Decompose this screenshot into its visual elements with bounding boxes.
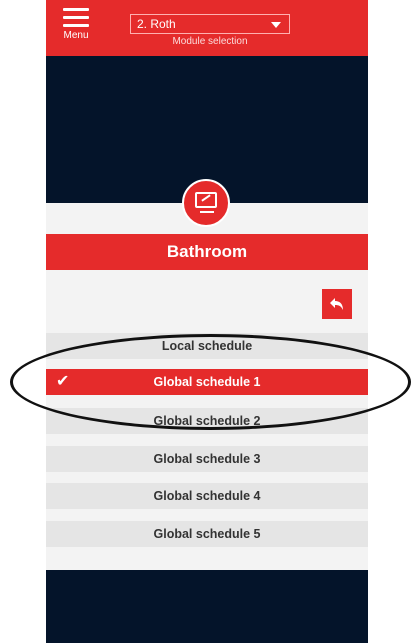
monitor-icon — [182, 179, 230, 227]
hamburger-icon — [63, 8, 89, 32]
schedule-option-local[interactable]: Local schedule — [46, 333, 368, 359]
schedule-option-global-3[interactable]: Global schedule 3 — [46, 446, 368, 472]
module-select-value: 2. Roth — [137, 17, 176, 31]
dropdown-caret-icon — [271, 22, 281, 28]
module-selection-caption: Module selection — [172, 36, 248, 47]
back-button[interactable] — [322, 289, 352, 319]
module-select[interactable]: 2. Roth — [130, 14, 290, 34]
top-bar: Menu 2. Roth Module selection — [46, 0, 368, 56]
schedule-option-label: Global schedule 3 — [153, 452, 261, 466]
schedule-option-global-4[interactable]: Global schedule 4 — [46, 483, 368, 509]
menu-label: Menu — [63, 30, 89, 41]
schedule-option-global-1[interactable]: ✔ Global schedule 1 — [46, 369, 368, 395]
phone-screen: Menu 2. Roth Module selection Bathroom L… — [46, 0, 368, 643]
room-title: Bathroom — [46, 234, 368, 270]
back-arrow-icon — [330, 298, 343, 310]
schedule-option-global-5[interactable]: Global schedule 5 — [46, 521, 368, 547]
schedule-option-label: Global schedule 4 — [153, 489, 261, 503]
menu-button[interactable]: Menu — [52, 6, 100, 52]
schedule-option-label: Global schedule 5 — [153, 527, 261, 541]
schedule-option-label: Global schedule 1 — [153, 375, 261, 389]
schedule-option-label: Global schedule 2 — [153, 414, 261, 428]
schedule-option-global-2[interactable]: Global schedule 2 — [46, 408, 368, 434]
schedule-option-label: Local schedule — [161, 339, 253, 353]
checkmark-icon: ✔ — [56, 373, 70, 390]
